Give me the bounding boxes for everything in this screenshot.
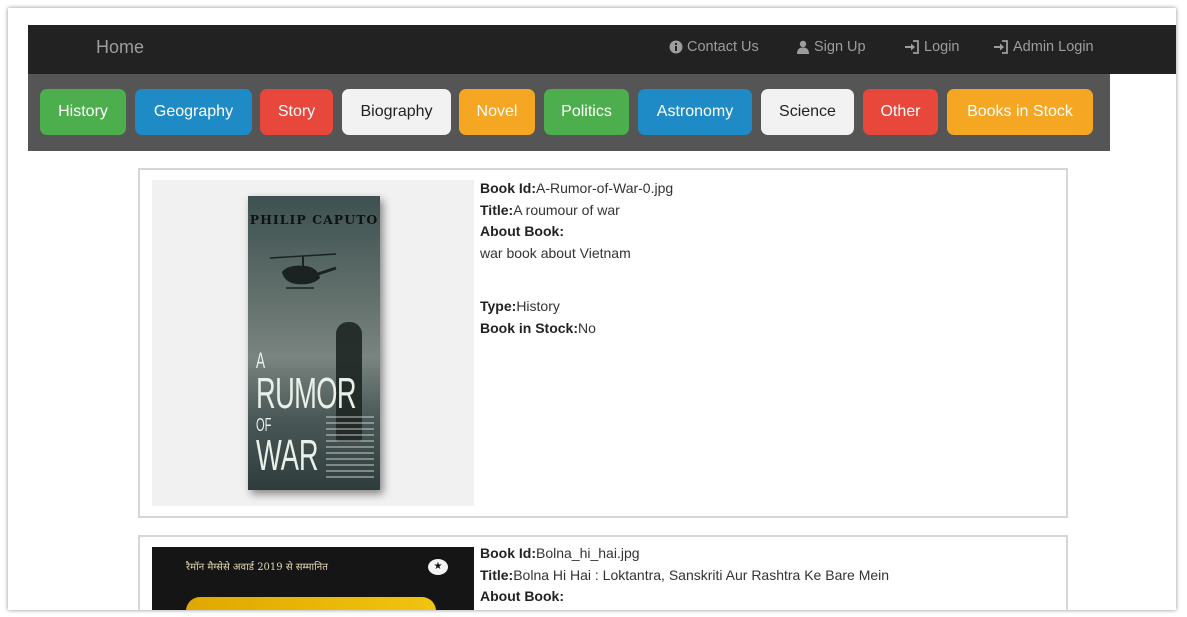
book-id-value: A-Rumor-of-War-0.jpg: [536, 180, 674, 196]
category-politics-button[interactable]: Politics: [544, 89, 629, 135]
cover-title-rumor: RUMOR: [256, 369, 357, 418]
login-icon: [905, 40, 919, 54]
about-book-value: war book about Vietnam: [480, 244, 631, 261]
book-title-value: A roumour of war: [513, 201, 620, 218]
book-type-row: Type:History: [480, 296, 673, 318]
category-story-button[interactable]: Story: [260, 89, 333, 135]
book-title-label: Title:: [480, 566, 514, 583]
admin-login-label: Admin Login: [1013, 39, 1094, 55]
about-book-label: About Book:: [480, 223, 564, 239]
book-id-row: Book Id:A-Rumor-of-War-0.jpg: [480, 178, 673, 200]
sign-up-label: Sign Up: [814, 39, 866, 55]
category-geography-button[interactable]: Geography: [135, 89, 252, 135]
book-stock-row: Book in Stock:No: [480, 318, 673, 340]
book-cover-image: PHILIP CAPUTO A RUMOR OF WAR: [152, 180, 474, 506]
category-novel-button[interactable]: Novel: [459, 89, 535, 135]
home-link[interactable]: Home: [96, 37, 144, 58]
cover-title: A RUMOR OF WAR: [256, 350, 357, 480]
cover-quote-block: [326, 416, 374, 478]
category-science-button[interactable]: Science: [761, 89, 854, 135]
login-link[interactable]: Login: [904, 39, 959, 55]
category-books-in-stock-button[interactable]: Books in Stock: [947, 89, 1093, 135]
about-book-row: About Book:: [480, 221, 673, 243]
helicopter-illustration: [269, 253, 337, 289]
about-book-label: About Book:: [480, 588, 564, 604]
book-stock-label: Book in Stock:: [480, 319, 579, 336]
book-title-value: Bolna Hi Hai : Loktantra, Sanskriti Aur …: [513, 566, 890, 583]
book-title-label: Title:: [480, 201, 514, 218]
cover-author: PHILIP CAPUTO: [249, 212, 379, 227]
book-type-value: History: [516, 298, 560, 314]
book-details: Book Id:A-Rumor-of-War-0.jpg Title:A rou…: [480, 178, 673, 339]
book-card: PHILIP CAPUTO A RUMOR OF WAR Book Id:A-R…: [138, 168, 1068, 518]
category-bar: History Geography Story Biography Novel …: [28, 74, 1110, 151]
book-stock-value: No: [578, 319, 596, 336]
cover-title-war: WAR: [256, 431, 319, 480]
contact-us-link[interactable]: Contact Us: [669, 39, 759, 55]
category-astronomy-button[interactable]: Astronomy: [638, 89, 752, 135]
book-id-label: Book Id:: [480, 180, 536, 196]
book-id-label: Book Id:: [480, 545, 536, 561]
book-title-row: Title:A roumour of war: [480, 200, 673, 222]
category-history-button[interactable]: History: [40, 89, 126, 135]
login-icon: [994, 40, 1008, 54]
book-type-label: Type:: [480, 298, 517, 314]
book-cover-art: PHILIP CAPUTO A RUMOR OF WAR: [248, 196, 380, 490]
book-id-row: Book Id:Bolna_hi_hai.jpg: [480, 543, 889, 565]
top-navbar: Home Contact Us Sign Up Login Admin Logi…: [28, 25, 1176, 74]
book-id-value: Bolna_hi_hai.jpg: [536, 545, 640, 561]
cover-title-graphic: [186, 597, 436, 610]
admin-login-link[interactable]: Admin Login: [993, 39, 1094, 55]
book-cover-image: रैमॉन मैग्सेसे अवार्ड 2019 से सम्मानित ★: [152, 547, 474, 610]
info-circle-icon: [669, 40, 683, 54]
book-title-row: Title:Bolna Hi Hai : Loktantra, Sanskrit…: [480, 565, 889, 587]
book-card: रैमॉन मैग्सेसे अवार्ड 2019 से सम्मानित ★…: [138, 535, 1068, 610]
category-other-button[interactable]: Other: [863, 89, 938, 135]
category-biography-button[interactable]: Biography: [342, 89, 451, 135]
sign-up-link[interactable]: Sign Up: [796, 39, 866, 55]
contact-us-label: Contact Us: [687, 39, 759, 55]
publisher-logo-icon: ★: [428, 559, 448, 575]
book-details: Book Id:Bolna_hi_hai.jpg Title:Bolna Hi …: [480, 543, 889, 608]
login-label: Login: [924, 39, 960, 55]
user-icon: [797, 40, 809, 54]
cover-tagline: रैमॉन मैग्सेसे अवार्ड 2019 से सम्मानित: [186, 562, 328, 573]
browser-viewport: Home Contact Us Sign Up Login Admin Logi…: [8, 8, 1176, 610]
about-book-row: About Book:: [480, 586, 889, 608]
